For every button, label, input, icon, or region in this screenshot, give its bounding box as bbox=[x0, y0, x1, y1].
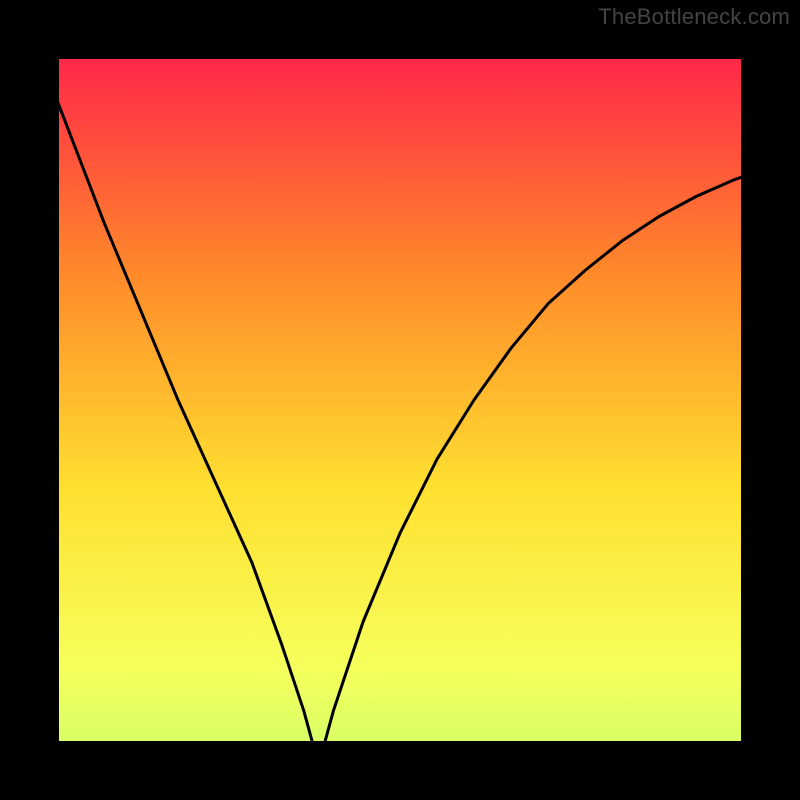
gradient-background bbox=[30, 30, 770, 770]
chart-frame: TheBottleneck.com bbox=[0, 0, 800, 800]
watermark-text: TheBottleneck.com bbox=[598, 4, 790, 30]
bottleneck-chart bbox=[0, 0, 800, 800]
